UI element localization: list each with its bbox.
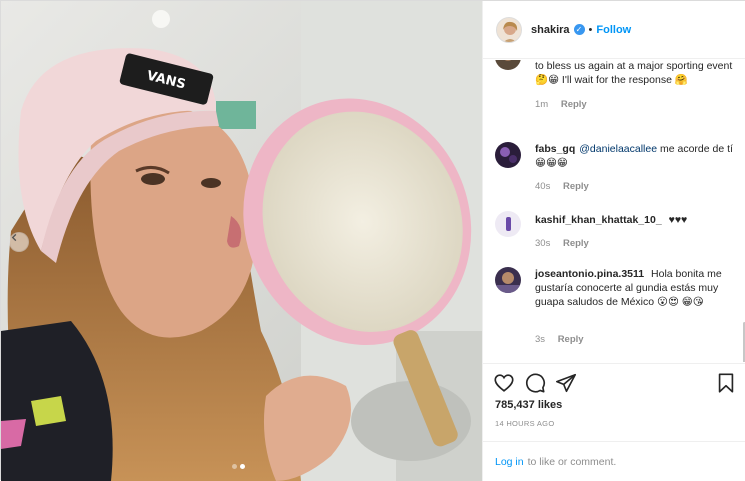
follow-button[interactable]: Follow xyxy=(596,24,631,36)
comment-item: kashif_khan_khattak_10_ ♥♥♥ 30s Reply xyxy=(495,211,731,261)
reply-button[interactable]: Reply xyxy=(563,238,589,249)
post-actions: 785,437 likes 14 HOURS AGO xyxy=(483,363,745,441)
comment-time: 1m xyxy=(535,99,549,110)
comment-text: kashif_khan_khattak_10_ ♥♥♥ xyxy=(535,213,735,227)
share-icon xyxy=(556,373,576,393)
comment-mention-link[interactable]: @danielaacallee xyxy=(579,143,657,155)
likes-count[interactable]: 785,437 likes xyxy=(495,399,562,411)
comment-username[interactable]: joseantonio.pina.3511 xyxy=(535,268,644,280)
heart-icon xyxy=(494,374,514,392)
comment-meta: 3s Reply xyxy=(535,334,584,345)
avatar-image xyxy=(495,142,521,168)
comment-text: to bless us again at a major sporting ev… xyxy=(535,60,733,86)
save-button[interactable] xyxy=(715,372,739,396)
login-link[interactable]: Log in xyxy=(495,456,524,468)
avatar-image xyxy=(495,60,521,70)
comment-time: 40s xyxy=(535,181,551,192)
comment-item: fabs_gq @danielaacallee me acorde de tí 😁… xyxy=(495,142,733,202)
comment-content: ♥♥♥ xyxy=(668,214,688,226)
reply-button[interactable]: Reply xyxy=(563,181,589,192)
comment-time: 30s xyxy=(535,238,551,249)
photo-illustration: VANS xyxy=(1,1,482,481)
header-separator: • xyxy=(588,23,593,36)
commenter-avatar[interactable] xyxy=(495,211,521,237)
share-button[interactable] xyxy=(555,372,579,396)
comment-item: to bless us again at a major sporting ev… xyxy=(495,60,732,118)
comment-username[interactable]: fabs_gq xyxy=(535,143,575,155)
carousel-dot-active xyxy=(240,464,245,469)
commenter-avatar[interactable] xyxy=(495,60,521,70)
comments-list[interactable]: to bless us again at a major sporting ev… xyxy=(483,60,745,362)
login-prompt: Log in to like or comment. xyxy=(483,441,745,481)
like-button[interactable] xyxy=(493,372,517,396)
instagram-post: VANS shakira ✓ • Follow to bless us agai… xyxy=(0,0,745,481)
comment-item: joseantonio.pina.3511 Hola bonita me gus… xyxy=(495,267,731,347)
post-timestamp[interactable]: 14 HOURS AGO xyxy=(495,419,554,428)
post-header: shakira ✓ • Follow xyxy=(483,1,745,59)
comment-meta: 30s Reply xyxy=(535,238,589,249)
comment-username[interactable]: kashif_khan_khattak_10_ xyxy=(535,214,662,226)
reply-button[interactable]: Reply xyxy=(561,99,587,110)
comment-text: fabs_gq @danielaacallee me acorde de tí 😁… xyxy=(535,142,735,170)
carousel-prev-button[interactable] xyxy=(9,232,29,252)
comment-meta: 40s Reply xyxy=(535,181,589,192)
chevron-left-icon xyxy=(11,233,17,242)
verified-badge-icon: ✓ xyxy=(573,24,585,35)
comment-button[interactable] xyxy=(524,372,548,396)
post-sidebar: shakira ✓ • Follow to bless us again at … xyxy=(482,1,745,481)
commenter-avatar[interactable] xyxy=(495,267,521,293)
author-username[interactable]: shakira xyxy=(531,24,570,36)
avatar-image xyxy=(495,267,521,293)
avatar-image xyxy=(495,211,521,237)
commenter-avatar[interactable] xyxy=(495,142,521,168)
avatar[interactable] xyxy=(496,16,522,43)
login-prompt-text: to like or comment. xyxy=(527,455,617,468)
comment-meta: 1m Reply xyxy=(535,99,587,110)
comment-icon xyxy=(526,373,546,393)
avatar-image xyxy=(497,17,521,42)
reply-button[interactable]: Reply xyxy=(558,334,584,345)
comment-text: joseantonio.pina.3511 Hola bonita me gus… xyxy=(535,267,735,309)
post-photo[interactable]: VANS xyxy=(1,1,482,481)
carousel-indicator xyxy=(232,464,245,469)
comment-time: 3s xyxy=(535,334,546,345)
carousel-dot xyxy=(232,464,237,469)
bookmark-icon xyxy=(718,373,734,393)
